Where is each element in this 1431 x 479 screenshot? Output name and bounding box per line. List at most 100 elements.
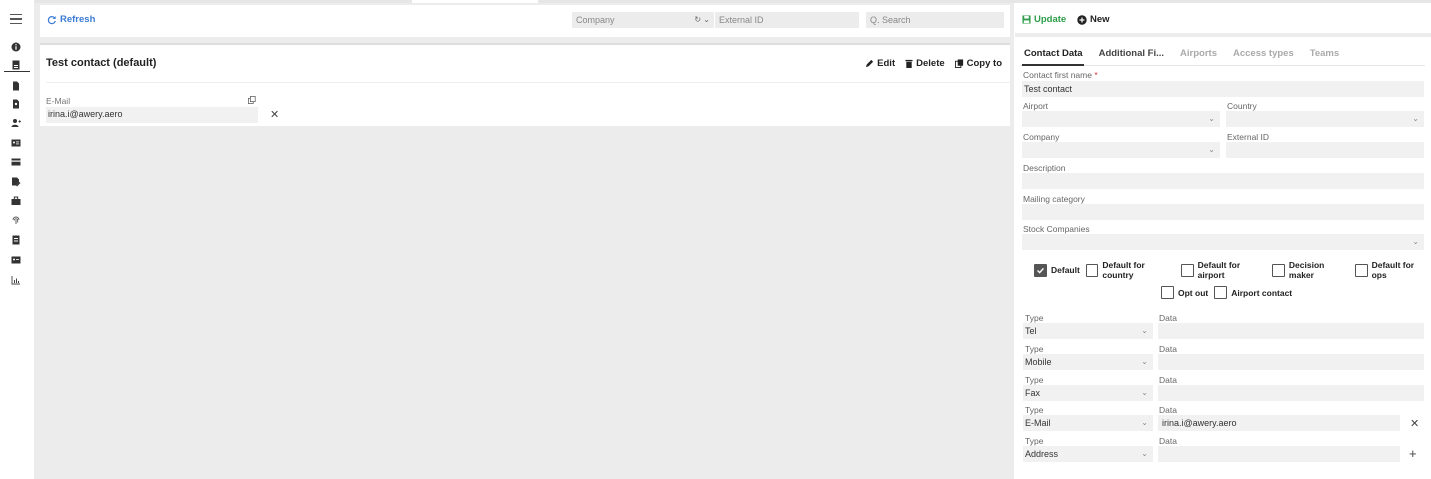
- email-value[interactable]: irina.i@awery.aero: [46, 107, 258, 123]
- checkbox-default-for-country[interactable]: Default for country: [1085, 260, 1175, 280]
- airport-select[interactable]: ⌄: [1022, 111, 1220, 127]
- hamburger-menu-icon[interactable]: [10, 14, 22, 27]
- stock-companies-select[interactable]: ⌄: [1022, 234, 1424, 250]
- copy-email-icon[interactable]: [248, 96, 256, 104]
- contact-type-value: E-Mail: [1025, 418, 1051, 428]
- type-label: Type: [1025, 436, 1044, 446]
- search-input[interactable]: Q. Search: [866, 12, 1004, 28]
- checkbox-opt-out[interactable]: Opt out: [1161, 286, 1208, 299]
- chart-icon[interactable]: [10, 275, 22, 285]
- vcard-icon[interactable]: [10, 255, 22, 265]
- type-label: Type: [1025, 313, 1044, 323]
- list-toolbar: Refresh Company ↻ ⌄ External ID Q. Searc…: [40, 5, 1010, 37]
- fingerprint-icon[interactable]: [10, 215, 22, 225]
- checkbox-box[interactable]: [1034, 263, 1047, 277]
- checkbox-default[interactable]: Default: [1034, 263, 1080, 277]
- contact-data-input[interactable]: irina.i@awery.aero: [1158, 415, 1400, 431]
- first-name-input[interactable]: Test contact: [1022, 81, 1424, 97]
- country-select[interactable]: ⌄: [1226, 111, 1424, 127]
- tab-contact-data[interactable]: Contact Data: [1024, 48, 1083, 59]
- chevron-down-icon: ⌄: [1412, 114, 1419, 123]
- contact-data-input[interactable]: [1158, 354, 1424, 370]
- refresh-label: Refresh: [60, 14, 96, 25]
- new-button[interactable]: New: [1077, 14, 1110, 25]
- data-label: Data: [1159, 344, 1177, 354]
- refresh-button[interactable]: Refresh: [47, 14, 95, 25]
- contact-form-panel: Update New Contact Data Additional Fi...…: [1015, 3, 1431, 479]
- checkbox-airport-contact[interactable]: Airport contact: [1214, 286, 1292, 299]
- checkbox-label: Default for ops: [1371, 260, 1415, 280]
- checkbox-default-for-airport[interactable]: Default for airport: [1181, 260, 1266, 280]
- company-filter-controls[interactable]: ↻ ⌄: [694, 14, 710, 26]
- checkbox-box[interactable]: [1161, 286, 1174, 299]
- type-label: Type: [1025, 405, 1044, 415]
- add-contact-button[interactable]: +: [1409, 446, 1417, 461]
- remove-email-button[interactable]: ✕: [270, 108, 279, 121]
- checkbox-default-for-ops[interactable]: Default for ops: [1355, 260, 1429, 280]
- icon-rail: [0, 0, 34, 479]
- external-id-filter[interactable]: External ID: [715, 12, 859, 28]
- save-icon: [1022, 15, 1031, 24]
- company-label: Company: [1023, 132, 1060, 142]
- contact-title: Test contact (default): [46, 57, 157, 69]
- update-label: Update: [1034, 14, 1067, 25]
- contact-type-select[interactable]: Tel ⌄: [1023, 323, 1153, 339]
- contact-type-select[interactable]: Mobile ⌄: [1023, 354, 1153, 370]
- chevron-down-icon: ⌄: [1141, 418, 1148, 427]
- remove-contact-button[interactable]: ✕: [1410, 417, 1419, 430]
- delete-button[interactable]: Delete: [905, 58, 945, 69]
- chevron-down-icon: ⌄: [1208, 145, 1215, 154]
- file-edit-icon[interactable]: [10, 177, 22, 187]
- edit-label: Edit: [877, 58, 896, 69]
- type-label: Type: [1025, 344, 1044, 354]
- update-button[interactable]: Update: [1022, 14, 1066, 25]
- file-user-icon[interactable]: [10, 99, 22, 109]
- contact-card-icon[interactable]: [10, 60, 22, 70]
- contact-type-value: Mobile: [1025, 357, 1052, 367]
- form-tabs: Contact Data Additional Fi... Airports A…: [1024, 48, 1339, 59]
- address-book-icon[interactable]: [10, 235, 22, 245]
- contact-type-select[interactable]: E-Mail ⌄: [1023, 415, 1153, 431]
- contact-type-value: Fax: [1025, 388, 1041, 398]
- copy-to-button[interactable]: Copy to: [954, 58, 1002, 69]
- briefcase-icon[interactable]: [10, 196, 22, 206]
- refresh-icon: [47, 15, 56, 24]
- airport-label: Airport: [1023, 101, 1049, 111]
- contact-type-select[interactable]: Fax ⌄: [1023, 385, 1153, 401]
- contact-data-input[interactable]: [1158, 323, 1424, 339]
- checkbox-box[interactable]: [1181, 263, 1194, 277]
- checkbox-box[interactable]: [1214, 286, 1228, 299]
- new-label: New: [1090, 14, 1110, 25]
- credit-card-icon[interactable]: [10, 157, 22, 167]
- external-id-input[interactable]: [1226, 142, 1424, 158]
- checkbox-decision-maker[interactable]: Decision maker: [1272, 260, 1349, 280]
- company-filter-select[interactable]: Company ↻ ⌄: [572, 12, 714, 28]
- tab-additional-fields[interactable]: Additional Fi...: [1099, 48, 1164, 59]
- tab-teams[interactable]: Teams: [1310, 48, 1339, 59]
- card-divider: [46, 82, 1010, 83]
- info-icon[interactable]: [10, 42, 22, 52]
- checkbox-box[interactable]: [1272, 263, 1285, 277]
- company-select[interactable]: ⌄: [1022, 142, 1220, 158]
- checkbox-row-2: Opt out Airport contact: [1161, 286, 1294, 299]
- contact-data-input[interactable]: [1158, 385, 1424, 401]
- checkbox-label: Decision maker: [1288, 260, 1325, 280]
- checkbox-label: Default: [1051, 265, 1080, 275]
- active-tab-underline: [1022, 64, 1084, 66]
- checkbox-box[interactable]: [1355, 263, 1368, 277]
- add-user-icon[interactable]: [10, 118, 22, 128]
- tab-airports[interactable]: Airports: [1180, 48, 1217, 59]
- mailing-category-input[interactable]: [1022, 204, 1424, 220]
- checkbox-box[interactable]: [1085, 263, 1099, 277]
- document-icon[interactable]: [10, 81, 22, 91]
- tab-access-types[interactable]: Access types: [1233, 48, 1294, 59]
- contact-card: Test contact (default) Edit Delete Copy …: [40, 43, 1010, 126]
- edit-button[interactable]: Edit: [865, 58, 895, 69]
- contact-type-select[interactable]: Address ⌄: [1023, 446, 1153, 462]
- description-input[interactable]: [1022, 173, 1424, 189]
- contact-data-input[interactable]: [1158, 446, 1400, 462]
- checkbox-label: Default for country: [1102, 260, 1145, 280]
- id-card-icon[interactable]: [10, 138, 22, 148]
- data-label: Data: [1159, 313, 1177, 323]
- external-id-label: External ID: [1227, 132, 1270, 142]
